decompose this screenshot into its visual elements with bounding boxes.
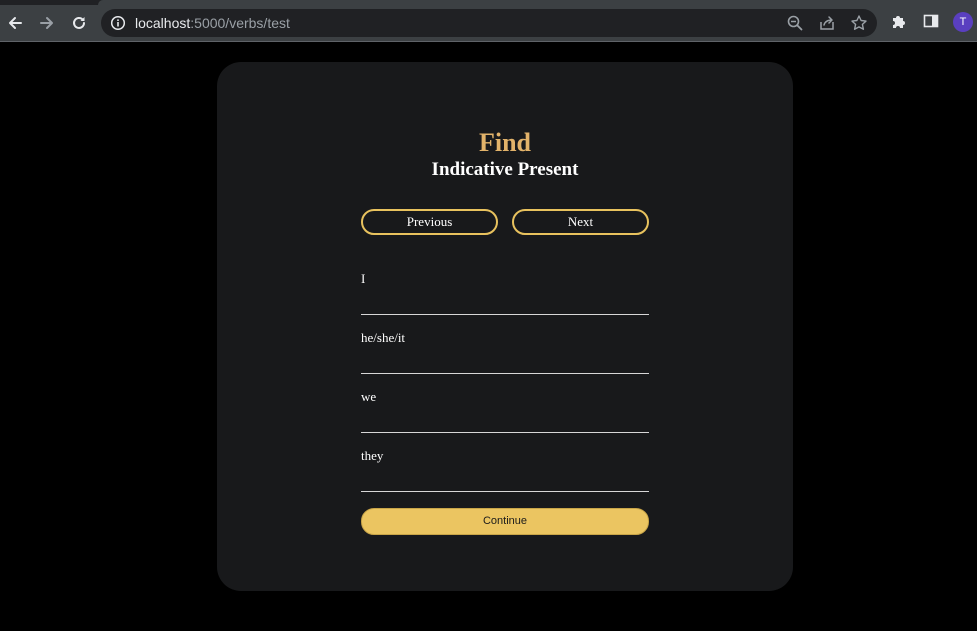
field-they: they [361,448,649,497]
puzzle-icon[interactable] [890,12,908,30]
previous-button[interactable]: Previous [361,209,498,235]
forward-button[interactable] [33,9,61,37]
star-icon[interactable] [850,14,868,32]
arrow-right-icon [38,14,56,32]
tab-strip [0,0,977,5]
reload-icon [70,14,88,32]
address-bar[interactable]: localhost:5000/verbs/test [101,9,877,37]
field-label-they: they [361,448,384,463]
field-i: I [361,271,649,320]
field-he-she-it: he/she/it [361,330,649,379]
field-label-we: we [361,389,377,404]
url-text: localhost:5000/verbs/test [135,14,290,32]
field-label-he-she-it: he/she/it [361,330,406,345]
conjugation-input-we[interactable] [361,409,649,433]
verb-test-card: Find Indicative Present Previous Next I … [217,62,793,591]
browser-toolbar: localhost:5000/verbs/test T [0,0,977,42]
url-path: :5000/verbs/test [190,15,290,31]
reload-button[interactable] [65,9,93,37]
conjugation-input-i[interactable] [361,291,649,315]
zoom-out-icon[interactable] [786,14,804,32]
arrow-left-icon [6,14,24,32]
profile-avatar[interactable]: T [953,12,973,32]
share-icon[interactable] [818,14,836,32]
conjugation-input-he-she-it[interactable] [361,350,649,374]
tense-subtitle: Indicative Present [431,159,579,180]
back-button[interactable] [1,9,29,37]
conjugation-input-they[interactable] [361,468,649,492]
side-panel-icon[interactable] [922,12,940,30]
info-icon[interactable] [110,15,126,31]
page-viewport: Find Indicative Present Previous Next I … [0,42,977,631]
active-tab-edge[interactable] [98,0,977,5]
next-button[interactable]: Next [512,209,649,235]
page-title: Find [478,128,532,157]
url-host: localhost [135,15,191,31]
field-label-i: I [361,271,366,286]
continue-button[interactable]: Continue [361,508,649,535]
field-we: we [361,389,649,438]
